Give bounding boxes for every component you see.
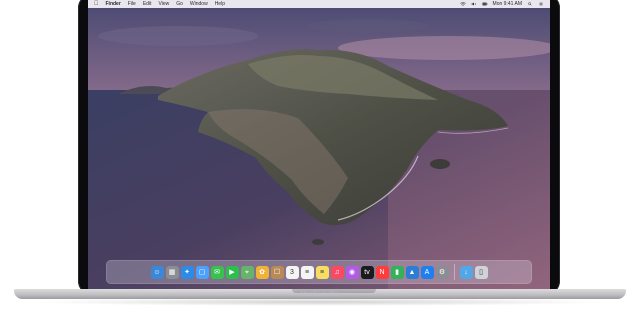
tv-icon[interactable]: tv [360, 265, 374, 279]
menu-help[interactable]: Help [215, 1, 225, 7]
music-icon[interactable]: ♫ [330, 265, 344, 279]
downloads-folder-icon[interactable]: ↓ [459, 265, 473, 279]
facetime-icon[interactable]: ▶ [225, 265, 239, 279]
dock-separator [453, 264, 455, 280]
menu-clock[interactable]: Mon 9:41 AM [493, 1, 522, 7]
laptop:  Finder File Edit View Go Window Help M… [0, 0, 640, 320]
menu-go[interactable]: Go [176, 1, 183, 7]
model-label: MacBook Pro [300, 292, 340, 298]
volume-icon[interactable] [471, 2, 477, 6]
keynote-icon[interactable]: ▲ [405, 265, 419, 279]
dock: ☺ ▦ ✦ ▢ ✉ ▶ ⌖ ✿ ☐ 3 ≡ ≡ ♫ ◉ tv N ▮ ▲ A ⚙ ↓ ▯ [106, 260, 532, 284]
desktop-screen:  Finder File Edit View Go Window Help M… [88, 0, 550, 290]
menu-app-name[interactable]: Finder [106, 1, 121, 7]
messages-icon[interactable]: ✉ [210, 265, 224, 279]
trash-icon[interactable]: ▯ [474, 265, 488, 279]
apple-menu-icon[interactable]:  [94, 0, 99, 8]
notes-icon[interactable]: ≡ [315, 265, 329, 279]
news-icon[interactable]: N [375, 265, 389, 279]
menu-bar:  Finder File Edit View Go Window Help M… [88, 0, 550, 8]
menu-edit[interactable]: Edit [143, 1, 152, 7]
menu-view[interactable]: View [158, 1, 169, 7]
app-store-icon[interactable]: A [420, 265, 434, 279]
numbers-icon[interactable]: ▮ [390, 265, 404, 279]
photos-library-icon[interactable]: ✿ [255, 265, 269, 279]
calendar-icon[interactable]: 3 [285, 265, 299, 279]
control-center-icon[interactable] [538, 2, 544, 6]
menu-window[interactable]: Window [190, 1, 208, 7]
contacts-icon[interactable]: ☐ [270, 265, 284, 279]
finder-icon[interactable]: ☺ [150, 265, 164, 279]
search-icon[interactable] [527, 2, 533, 6]
laptop-shadow [30, 298, 610, 306]
system-preferences-icon[interactable]: ⚙ [435, 265, 449, 279]
battery-icon[interactable] [481, 2, 488, 6]
reminders-icon[interactable]: ≡ [300, 265, 314, 279]
desktop-wallpaper [88, 8, 550, 290]
maps-icon[interactable]: ⌖ [240, 265, 254, 279]
menu-file[interactable]: File [128, 1, 136, 7]
wifi-icon[interactable] [459, 2, 466, 6]
launchpad-icon[interactable]: ▦ [165, 265, 179, 279]
photos-icon[interactable]: ▢ [195, 265, 209, 279]
podcasts-icon[interactable]: ◉ [345, 265, 359, 279]
safari-icon[interactable]: ✦ [180, 265, 194, 279]
